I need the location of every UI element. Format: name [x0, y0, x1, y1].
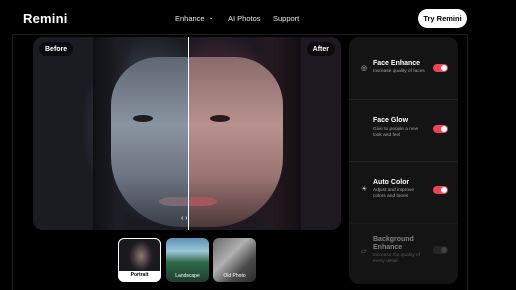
background-enhance-toggle[interactable]: [433, 246, 448, 254]
feature-face-glow: Face Glow Give to people a new look and …: [349, 99, 458, 161]
feature-title: Background Enhance: [373, 236, 414, 251]
chevron-down-icon: ⌄: [208, 15, 214, 21]
feature-desc: Adjust and improve colors and tones: [373, 188, 415, 199]
thumbnail-landscape[interactable]: Landscape: [166, 238, 209, 282]
features-panel: ◎ Face Enhance Increase quality of faces…: [349, 37, 458, 284]
thumbnail-portrait[interactable]: Portrait: [118, 238, 161, 282]
thumbnail-label: Old Photo: [223, 273, 246, 279]
thumbnail-label: Portrait: [130, 272, 149, 278]
after-label: After: [306, 42, 335, 56]
thumbnail-old-photo[interactable]: Old Photo: [213, 238, 256, 282]
feature-title: Face Enhance: [373, 60, 421, 67]
nav-enhance-label: Enhance: [175, 14, 205, 23]
after-lips: [188, 197, 217, 206]
after-image: [188, 37, 341, 230]
before-lips: [159, 197, 188, 206]
before-image: [33, 37, 206, 230]
sun-icon: ☀: [361, 186, 368, 193]
face-glow-toggle[interactable]: [433, 125, 448, 133]
try-remini-button[interactable]: Try Remini: [418, 9, 467, 28]
feature-title: Face Glow: [373, 117, 409, 124]
nav-ai-photos[interactable]: AI Photos: [228, 14, 261, 23]
before-eye: [133, 115, 153, 122]
auto-color-toggle[interactable]: [433, 186, 448, 194]
before-after-slider[interactable]: ‹ › Before After: [33, 37, 341, 230]
nav-enhance[interactable]: Enhance ⌄: [175, 14, 214, 23]
top-nav: Remini Enhance ⌄ AI Photos Support Try R…: [0, 0, 516, 34]
face-icon: ◎: [361, 65, 368, 72]
face-enhance-toggle[interactable]: [433, 64, 448, 72]
after-eye: [210, 115, 230, 122]
slider-divider[interactable]: [188, 37, 189, 230]
feature-background-enhance: ▱ Background Enhance Increase the qualit…: [349, 223, 458, 285]
feature-title: Auto Color: [373, 179, 410, 186]
feature-desc: Increase the quality of every detail: [373, 253, 420, 264]
logo[interactable]: Remini: [23, 11, 68, 26]
feature-desc: Give to people a new look and feel: [373, 127, 419, 138]
before-label: Before: [39, 42, 74, 56]
portrait-image: [119, 239, 160, 271]
slider-handle-icon[interactable]: ‹ ›: [181, 215, 188, 222]
feature-auto-color: ☀ Auto Color Adjust and improve colors a…: [349, 161, 458, 223]
thumbnail-label: Landscape: [175, 273, 200, 279]
feature-desc: Increase quality of faces: [373, 69, 425, 74]
feature-face-enhance: ◎ Face Enhance Increase quality of faces: [349, 37, 458, 99]
image-icon: ▱: [361, 248, 367, 255]
nav-support[interactable]: Support: [273, 14, 299, 23]
